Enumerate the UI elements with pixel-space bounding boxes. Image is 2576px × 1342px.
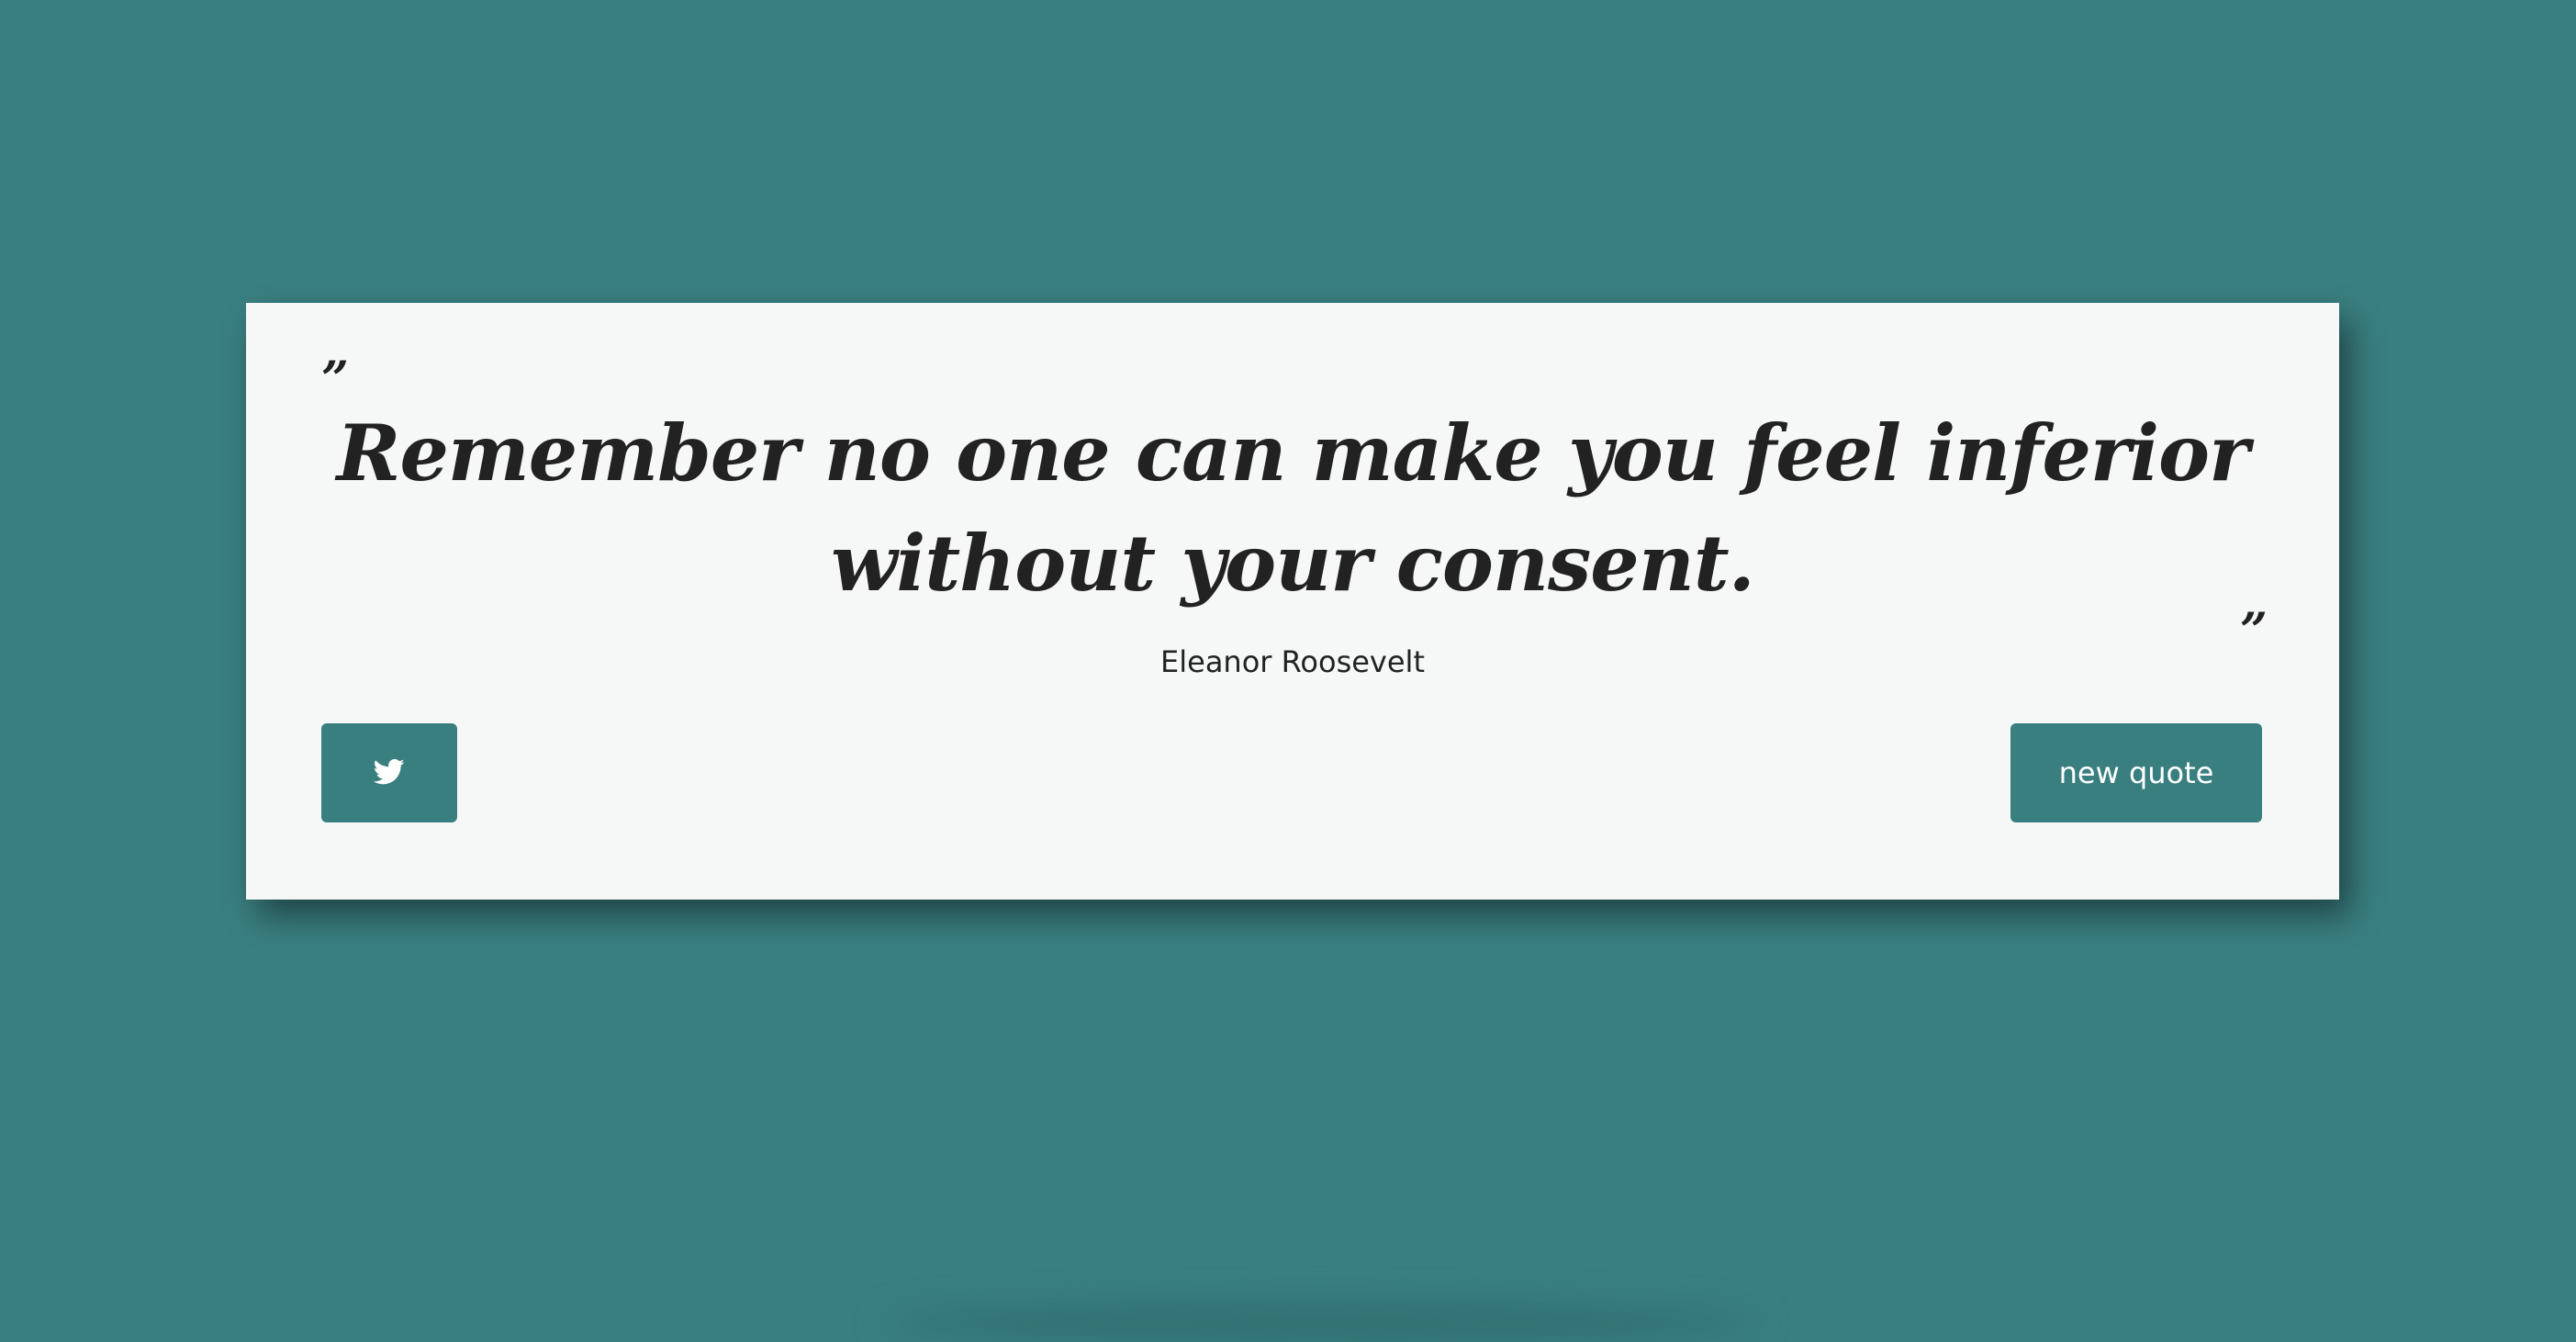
page: { "quote": { "open_mark": "\u201d", "tex… (0, 0, 2576, 1342)
twitter-icon-svg (373, 758, 405, 784)
twitter-icon (373, 758, 405, 788)
quote-text: Remember no one can make you feel inferi… (336, 408, 2250, 609)
decorative-shadow (881, 1303, 1763, 1342)
quote-author: Eleanor Roosevelt (1160, 644, 1425, 679)
tweet-button[interactable] (321, 723, 457, 822)
new-quote-button[interactable]: new quote (2010, 723, 2262, 822)
quote-card: ” Remember no one can make you feel infe… (246, 303, 2339, 900)
open-quote-mark: ” (321, 352, 349, 408)
